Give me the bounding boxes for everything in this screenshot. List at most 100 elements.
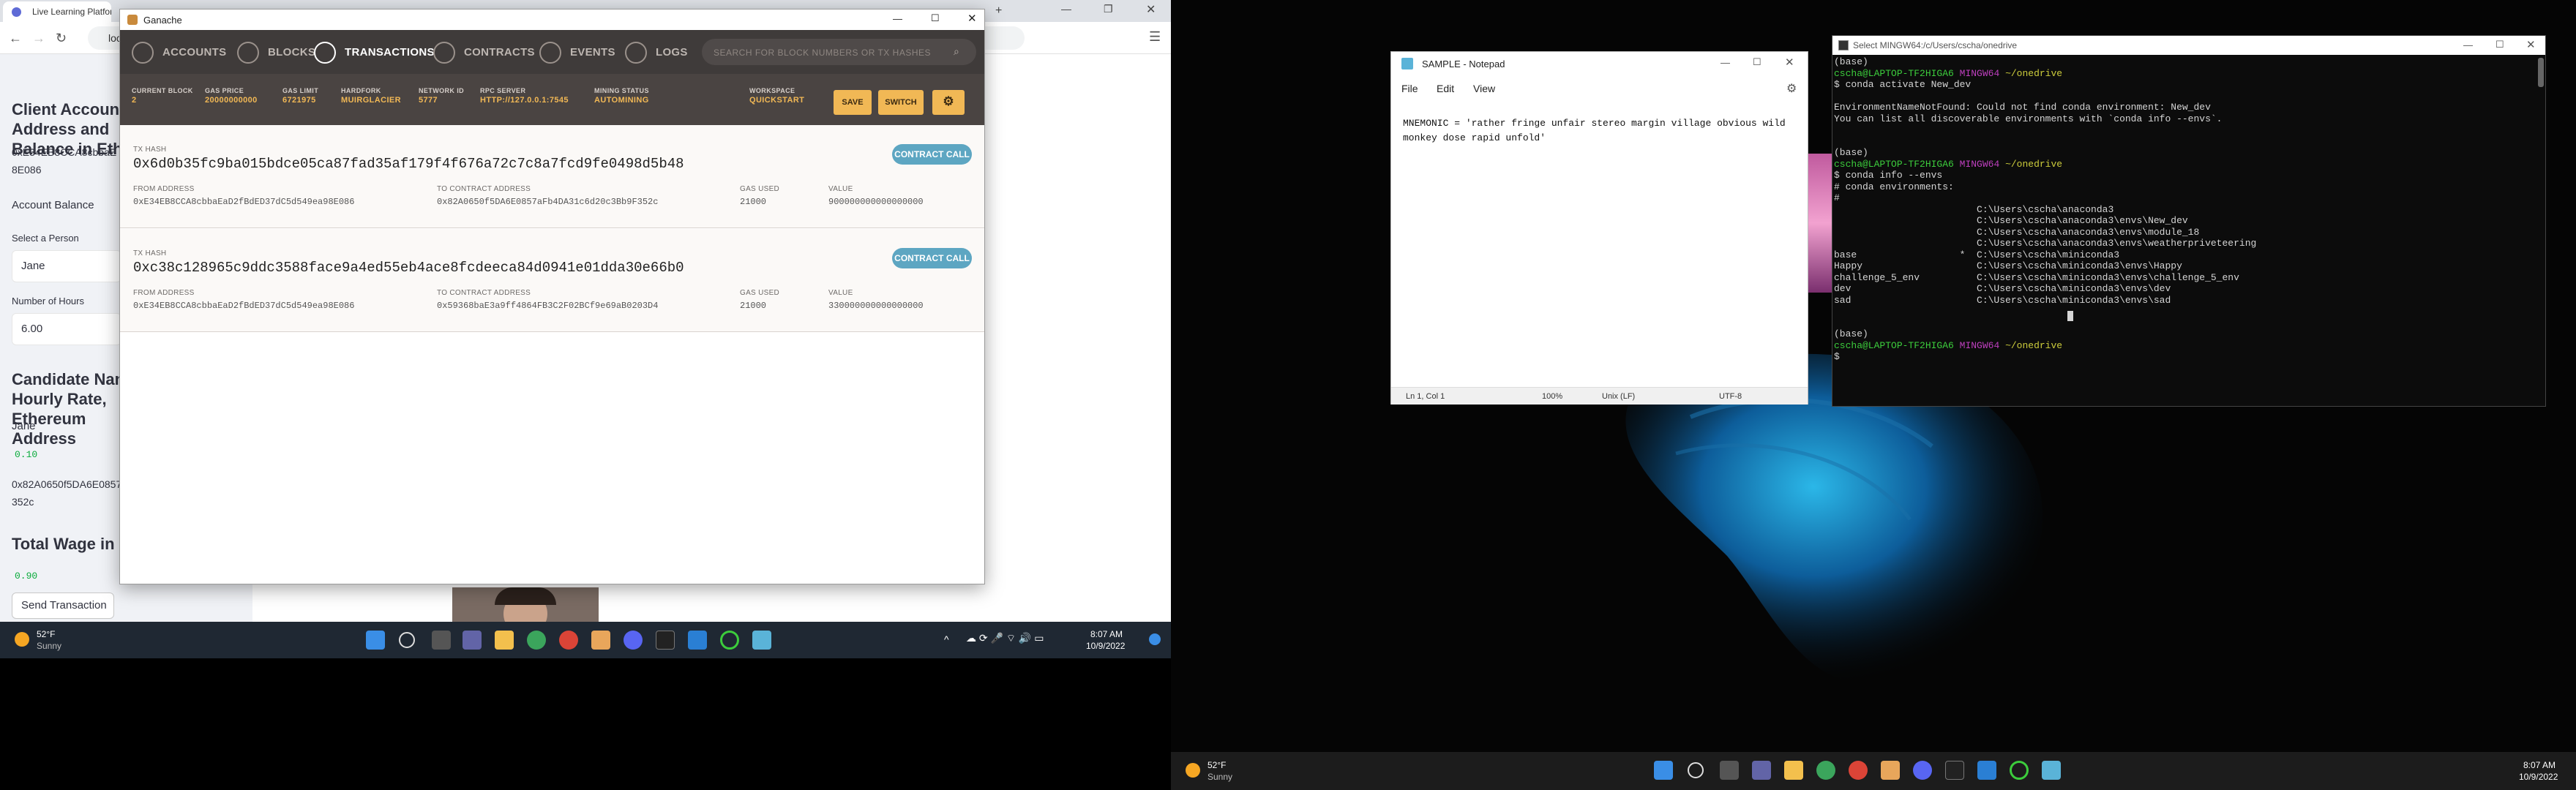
terminal-icon[interactable] [1945,761,1964,780]
ganache-close-icon[interactable]: ✕ [967,12,977,25]
term-line: $ conda info --envs [1834,170,1943,181]
streamlit-favicon-icon [12,7,21,17]
to-address: 0x82A0650f5DA6E0857aFb4DA31c6d20c3Bb9F35… [437,197,659,207]
file-explorer-icon[interactable] [495,631,514,650]
tab-events[interactable]: EVENTS [539,42,615,64]
search-icon[interactable] [399,632,415,648]
transaction-row[interactable]: TX HASH 0xc38c128965c9ddc3588face9a4ed55… [120,229,984,332]
candidate-name: Jane [12,420,36,432]
notepad-minimize-icon[interactable]: — [1721,57,1730,68]
discord-icon[interactable] [624,631,643,650]
term-line: (base) [1834,328,1868,339]
term-line: # [1834,192,1840,203]
menu-edit[interactable]: Edit [1437,83,1454,94]
workspace-value: QUICKSTART [749,96,805,105]
tab-transactions[interactable]: TRANSACTIONS [314,42,435,64]
file-explorer-icon[interactable] [1784,761,1803,780]
task-view-icon[interactable] [1720,761,1739,780]
tab-accounts-label: ACCOUNTS [162,46,227,59]
candidate-address-tail: 352c [12,496,34,508]
select-person-label: Select a Person [12,233,79,244]
vscode-icon[interactable] [688,631,707,650]
clock-date: 10/9/2022 [1086,641,1126,651]
client-address: 0xE34EB8CCA8cbbaE [12,146,117,158]
notepad-maximize-icon[interactable]: ☐ [1753,56,1761,68]
teams-icon[interactable] [1752,761,1771,780]
menu-file[interactable]: File [1401,83,1418,94]
taskbar-right: 52°F Sunny 8:07 AM 10/9/2022 [1171,752,2576,790]
windows-start-icon[interactable] [1654,761,1673,780]
terminal-cursor [2067,311,2073,321]
ganache-maximize-icon[interactable]: ☐ [931,12,940,24]
terminal-icon[interactable] [656,631,675,650]
terminal-output[interactable]: (base) cscha@LAPTOP-TF2HIGA6 MINGW64 ~/on… [1832,56,2535,363]
hamburger-menu-icon[interactable]: ☰ [1149,29,1161,45]
status-mining: MINING STATUS AUTOMINING [594,87,649,105]
from-address-label: FROM ADDRESS [133,289,195,297]
term-env-row: C:\Users\cscha\anaconda3 [1834,203,2114,215]
weather-temp: 52°F [1208,760,1227,770]
tx-value: 330000000000000000 [828,301,924,311]
notepad-text-area[interactable]: MNEMONIC = 'rather fringe unfair stereo … [1403,116,1798,146]
refresh-app-icon[interactable] [720,631,739,650]
ganache-search-input[interactable]: SEARCH FOR BLOCK NUMBERS OR TX HASHES ⌕ [702,39,976,65]
notepad-icon[interactable] [752,631,771,650]
hours-input[interactable]: 6.00 [12,313,121,345]
switch-button[interactable]: SWITCH [878,90,924,115]
tab-blocks[interactable]: BLOCKS [237,42,315,64]
new-tab-icon[interactable]: + [995,4,1002,18]
gas-used-label: GAS USED [740,185,780,193]
terminal-minimize-icon[interactable]: — [2463,40,2473,50]
weather-sun-icon [1186,763,1200,778]
term-env-row: dev C:\Users\cscha\miniconda3\envs\dev [1834,283,2171,294]
discord-icon[interactable] [1913,761,1932,780]
wifi-icon[interactable]: ☁ ⟳ 🎤 ⌔ 🔊 ▭ [966,632,1044,645]
notepad-close-icon[interactable]: ✕ [1785,56,1794,69]
terminal-window: Select MINGW64:/c/Users/cscha/onedrive —… [1832,35,2546,407]
encoding: UTF-8 [1719,392,1742,401]
terminal-maximize-icon[interactable]: ☐ [2496,39,2504,50]
save-button[interactable]: SAVE [834,90,872,115]
chrome-profile-icon[interactable] [1849,761,1868,780]
tab-contracts[interactable]: CONTRACTS [433,42,535,64]
refresh-app-icon[interactable] [2010,761,2029,780]
ganache-minimize-icon[interactable]: — [893,13,902,24]
vscode-icon[interactable] [1977,761,1996,780]
browser-tab[interactable]: Live Learning Platform [3,1,111,22]
maximize-icon[interactable]: ❐ [1104,3,1113,15]
notification-icon[interactable] [1149,633,1161,645]
person-select[interactable]: Jane [12,250,121,282]
notepad-icon[interactable] [2042,761,2061,780]
tray-chevron-icon[interactable]: ^ [944,633,949,645]
terminal-close-icon[interactable]: ✕ [2526,38,2536,51]
send-transaction-button[interactable]: Send Transaction [12,592,114,619]
settings-gear-icon[interactable]: ⚙ [1786,81,1797,96]
forward-icon[interactable]: → [32,29,45,47]
tab-logs[interactable]: LOGS [625,42,688,64]
term-env-row: C:\Users\cscha\anaconda3\envs\New_dev [1834,215,2188,226]
status-value: AUTOMINING [594,96,649,105]
ganache-taskbar-icon[interactable] [1881,761,1900,780]
ganache-taskbar-icon[interactable] [591,631,610,650]
minimize-icon[interactable]: — [1061,3,1071,15]
tab-accounts[interactable]: ACCOUNTS [132,42,226,64]
task-view-icon[interactable] [432,631,451,650]
teams-icon[interactable] [463,631,482,650]
back-icon[interactable]: ← [9,29,22,47]
terminal-scrollbar[interactable] [2538,58,2544,87]
search-icon[interactable] [1688,762,1704,778]
windows-start-icon[interactable] [366,631,385,650]
tx-hash: 0x6d0b35fc9ba015bdce05ca87fad35af179f4f6… [133,156,684,172]
settings-gear-icon[interactable]: ⚙ [932,90,965,115]
chrome-profile-icon[interactable] [559,631,578,650]
transaction-row[interactable]: TX HASH 0x6d0b35fc9ba015bdce05ca87fad35a… [120,125,984,228]
chrome-icon[interactable] [527,631,546,650]
reload-icon[interactable]: ↻ [56,29,67,47]
hours-input-value: 6.00 [21,323,43,335]
term-line: (base) [1834,147,1868,158]
chrome-icon[interactable] [1816,761,1835,780]
close-icon[interactable]: ✕ [1146,2,1156,17]
menu-view[interactable]: View [1473,83,1495,94]
cursor-position: Ln 1, Col 1 [1406,392,1445,401]
term-line: (base) [1834,56,1868,67]
